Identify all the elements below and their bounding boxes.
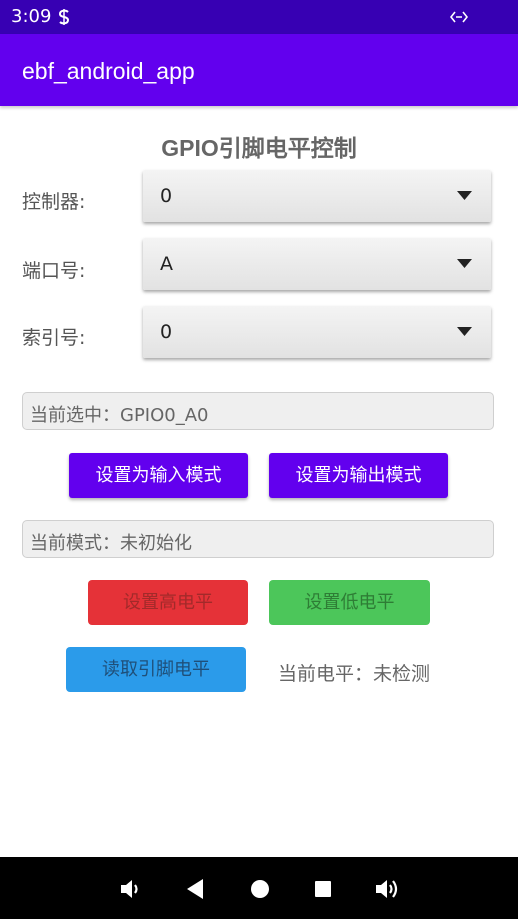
current-mode-box: 当前模式：未初始化 [22, 520, 494, 558]
index-value: 0 [160, 321, 173, 343]
current-selection-text: 当前选中：GPIO0_A0 [30, 405, 209, 426]
set-input-mode-button[interactable]: 设置为输入模式 [69, 453, 248, 498]
dropdown-arrow-icon [457, 191, 472, 200]
page-heading: GPIO引脚电平控制 [161, 135, 357, 161]
home-icon[interactable] [249, 878, 271, 900]
app-title: ebf_android_app [22, 58, 195, 84]
controller-value: 0 [160, 185, 173, 207]
port-value: A [160, 253, 173, 275]
current-mode-text: 当前模式：未初始化 [30, 533, 192, 554]
set-high-level-button[interactable]: 设置高电平 [88, 580, 248, 625]
back-icon[interactable] [185, 878, 205, 900]
index-label: 索引号: [22, 327, 86, 349]
dropdown-arrow-icon [457, 259, 472, 268]
port-label: 端口号: [22, 260, 86, 282]
volume-up-icon[interactable] [374, 878, 402, 900]
app-bar: ebf_android_app [0, 34, 518, 106]
code-brackets-icon [450, 11, 468, 23]
current-selection-box: 当前选中：GPIO0_A0 [22, 392, 494, 430]
status-bar: 3:09 [0, 0, 518, 34]
status-time: 3:09 [11, 6, 52, 27]
controller-spinner[interactable]: 0 [143, 170, 491, 222]
set-low-level-button[interactable]: 设置低电平 [269, 580, 430, 625]
read-pin-level-button[interactable]: 读取引脚电平 [66, 647, 246, 692]
volume-down-icon[interactable] [119, 878, 143, 900]
sync-status-icon [58, 9, 70, 25]
set-output-mode-button[interactable]: 设置为输出模式 [269, 453, 448, 498]
navigation-bar [0, 857, 518, 919]
current-level-text: 当前电平：未检测 [278, 663, 431, 685]
controller-label: 控制器: [22, 191, 86, 213]
dropdown-arrow-icon [457, 327, 472, 336]
recents-icon[interactable] [313, 878, 333, 900]
index-spinner[interactable]: 0 [143, 306, 491, 358]
port-spinner[interactable]: A [143, 238, 491, 290]
